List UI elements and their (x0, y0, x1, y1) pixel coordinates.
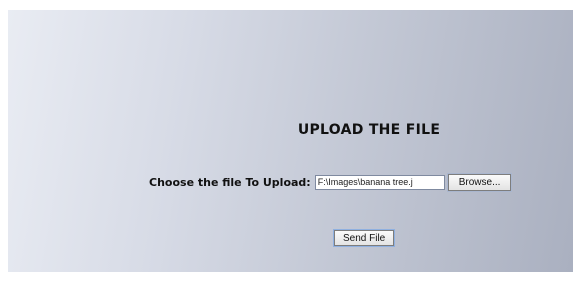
browse-button[interactable]: Browse... (446, 173, 513, 192)
file-path-input[interactable]: F:\Images\banana tree.j (314, 175, 445, 190)
page-title: UPLOAD THE FILE (297, 122, 441, 138)
file-upload-label: Choose the file To Upload: (149, 176, 311, 189)
upload-panel: UPLOAD THE FILE Choose the file To Uploa… (8, 10, 573, 272)
send-file-button[interactable]: Send File (332, 229, 396, 247)
file-upload-row: Choose the file To Upload: F:\Images\ban… (149, 173, 513, 192)
